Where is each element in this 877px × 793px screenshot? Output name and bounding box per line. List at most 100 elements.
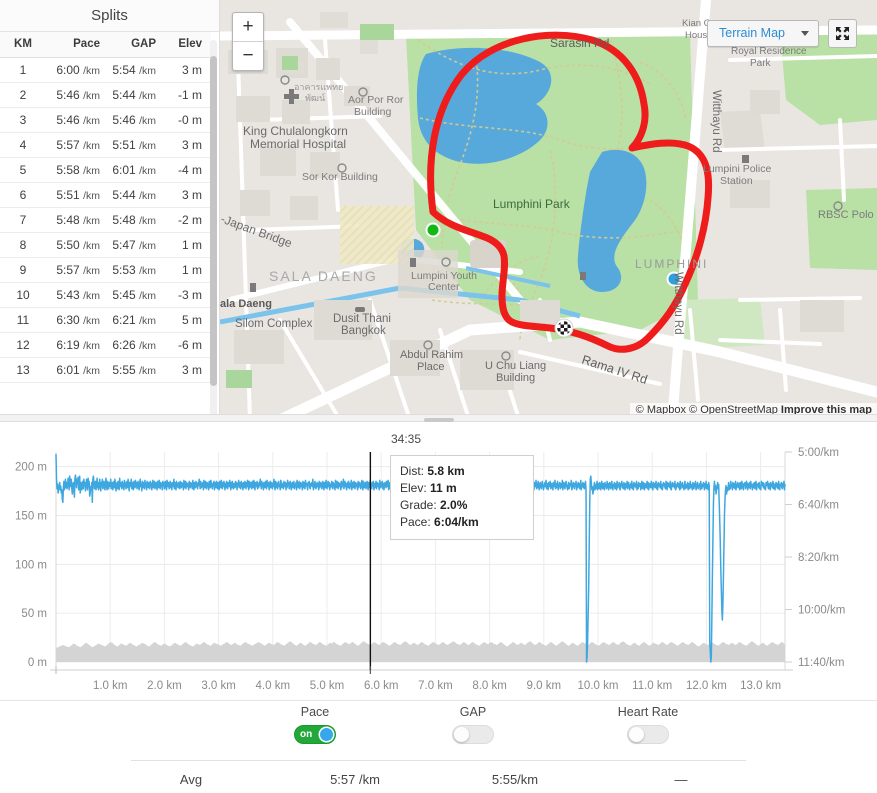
y-left-tick: 200 m: [15, 462, 47, 474]
tooltip-pace-label: Pace:: [400, 515, 431, 529]
tooltip-elev-value: 11 m: [430, 481, 457, 495]
zoom-out-button[interactable]: −: [233, 42, 263, 70]
table-row[interactable]: 7 5:48 /km 5:48 /km -2 m: [0, 207, 211, 233]
table-row[interactable]: 11 6:30 /km 6:21 /km 5 m: [0, 307, 211, 333]
x-axis-tick: 10.0 km: [578, 680, 619, 692]
split-gap: 5:53 /km: [106, 257, 162, 283]
x-axis-tick: 8.0 km: [472, 680, 507, 692]
summary-row: Avg 5:57 /km 5:55/km —: [131, 760, 746, 787]
split-km: 5: [0, 157, 46, 183]
toggle-knob: [629, 727, 644, 742]
y-right-tick: 10:00/km: [798, 605, 845, 617]
column-header-gap[interactable]: GAP: [106, 32, 162, 58]
column-header-pace[interactable]: Pace: [46, 32, 106, 58]
table-row[interactable]: 12 6:19 /km 6:26 /km -6 m: [0, 332, 211, 358]
start-marker: [427, 224, 439, 236]
map-label: Dusit Thani: [333, 313, 391, 325]
splits-body: 1 6:00 /km 5:54 /km 3 m 2 5:46 /km 5:44 /km -1 …: [0, 57, 211, 383]
y-left-tick: 0 m: [28, 657, 47, 669]
x-axis-tick: 3.0 km: [201, 680, 236, 692]
split-elev: 3 m: [162, 57, 211, 83]
split-pace: 6:19 /km: [46, 332, 106, 358]
split-pace: 5:57 /km: [46, 132, 106, 158]
map-label: Building: [354, 106, 392, 118]
y-right-tick: 6:40/km: [798, 500, 839, 512]
x-axis-tick: 4.0 km: [256, 680, 291, 692]
toggle-on-text: on: [300, 729, 313, 740]
split-km: 3: [0, 107, 46, 133]
toggle-switch-pace[interactable]: on: [294, 725, 336, 744]
map-label: ala Daeng: [220, 298, 272, 310]
splits-scrollbar-thumb[interactable]: [210, 56, 217, 386]
split-elev: 1 m: [162, 257, 211, 283]
table-row[interactable]: 4 5:57 /km 5:51 /km 3 m: [0, 132, 211, 158]
summary-row-label: Avg: [179, 772, 203, 787]
table-row[interactable]: 3 5:46 /km 5:46 /km -0 m: [0, 107, 211, 133]
split-elev: -2 m: [162, 207, 211, 233]
split-gap: 5:47 /km: [106, 232, 162, 258]
controls-separator: [0, 700, 877, 701]
summary-heart-rate-value: —: [674, 772, 688, 787]
x-axis-tick: 12.0 km: [686, 680, 727, 692]
activity-detail-page: Splits KM Pace GAP Elev 1 6:00 /km 5:54 /k…: [0, 0, 877, 793]
map-label: Abdul Rahim: [400, 349, 463, 361]
table-row[interactable]: 2 5:46 /km 5:44 /km -1 m: [0, 82, 211, 108]
top-area: Splits KM Pace GAP Elev 1 6:00 /km 5:54 /k…: [0, 0, 877, 422]
summary-pace-value: 5:57 /km: [330, 772, 380, 787]
toggle-switch-heart-rate[interactable]: [627, 725, 669, 744]
table-row[interactable]: 8 5:50 /km 5:47 /km 1 m: [0, 232, 211, 258]
table-row[interactable]: 13 6:01 /km 5:55 /km 3 m: [0, 357, 211, 383]
table-row[interactable]: 9 5:57 /km 5:53 /km 1 m: [0, 257, 211, 283]
toggle-label: Heart Rate: [617, 705, 679, 719]
tooltip-dist-value: 5.8 km: [427, 464, 465, 478]
splits-scroll-region[interactable]: KM Pace GAP Elev 1 6:00 /km 5:54 /km 3 m 2 5:…: [0, 32, 219, 422]
map-label: Sarasin Rd: [550, 36, 609, 50]
split-pace: 5:46 /km: [46, 107, 106, 133]
split-elev: 3 m: [162, 357, 211, 383]
map-zoom-control[interactable]: + −: [232, 12, 264, 71]
zoom-in-button[interactable]: +: [233, 13, 263, 42]
summary-gap-value: 5:55/km: [491, 772, 539, 787]
table-row[interactable]: 6 5:51 /km 5:44 /km 3 m: [0, 182, 211, 208]
cursor-time-label: 34:35: [391, 432, 422, 446]
table-row[interactable]: 10 5:43 /km 5:45 /km -3 m: [0, 282, 211, 308]
split-km: 1: [0, 57, 46, 83]
toggle-switch-gap[interactable]: [452, 725, 494, 744]
route-map[interactable]: Sarasin Rd Kian Gwan House Royal Residence P…: [220, 0, 877, 422]
tooltip-grade-label: Grade:: [400, 498, 437, 512]
split-pace: 5:51 /km: [46, 182, 106, 208]
y-right-tick: 8:20/km: [798, 552, 839, 564]
x-axis-tick: 5.0 km: [310, 680, 345, 692]
x-axis-tick: 1.0 km: [93, 680, 128, 692]
column-header-elev[interactable]: Elev: [162, 32, 211, 58]
tooltip-pace-row: Pace: 6:04/km: [400, 514, 524, 531]
map-label: King Chulalongkorn: [243, 124, 348, 138]
map-label: Place: [417, 361, 445, 373]
column-header-km[interactable]: KM: [0, 32, 46, 58]
split-gap: 5:54 /km: [106, 57, 162, 83]
split-elev: -6 m: [162, 332, 211, 358]
splits-header-row: KM Pace GAP Elev: [0, 32, 211, 58]
toggle-knob: [454, 727, 469, 742]
map-label: Aor Por Ror: [348, 94, 404, 106]
toggle-knob: [320, 728, 333, 741]
splits-table: KM Pace GAP Elev 1 6:00 /km 5:54 /km 3 m 2 5:…: [0, 32, 211, 383]
map-label: Royal Residence: [731, 46, 807, 57]
toggle-group-heart-rate: Heart Rate: [588, 705, 708, 744]
split-gap: 5:44 /km: [106, 82, 162, 108]
split-km: 13: [0, 357, 46, 383]
table-row[interactable]: 1 6:00 /km 5:54 /km 3 m: [0, 57, 211, 83]
split-elev: 5 m: [162, 307, 211, 333]
map-type-dropdown[interactable]: Terrain Map: [707, 20, 819, 47]
split-pace: 6:00 /km: [46, 57, 106, 83]
map-label: อาคารแพทย: [294, 82, 343, 92]
map-label: พัฒน์: [305, 92, 325, 103]
x-axis-tick: 7.0 km: [418, 680, 453, 692]
tooltip-dist-row: Dist: 5.8 km: [400, 463, 524, 480]
split-elev: -4 m: [162, 157, 211, 183]
resize-handle[interactable]: [423, 418, 454, 422]
fullscreen-button[interactable]: [828, 19, 857, 48]
table-row[interactable]: 5 5:58 /km 6:01 /km -4 m: [0, 157, 211, 183]
tooltip-grade-value: 2.0%: [440, 498, 468, 512]
pace-elevation-chart[interactable]: 0 m 50 m 100 m 150 m 200 m 5:00/km 6:40/km 8:2…: [0, 430, 877, 700]
